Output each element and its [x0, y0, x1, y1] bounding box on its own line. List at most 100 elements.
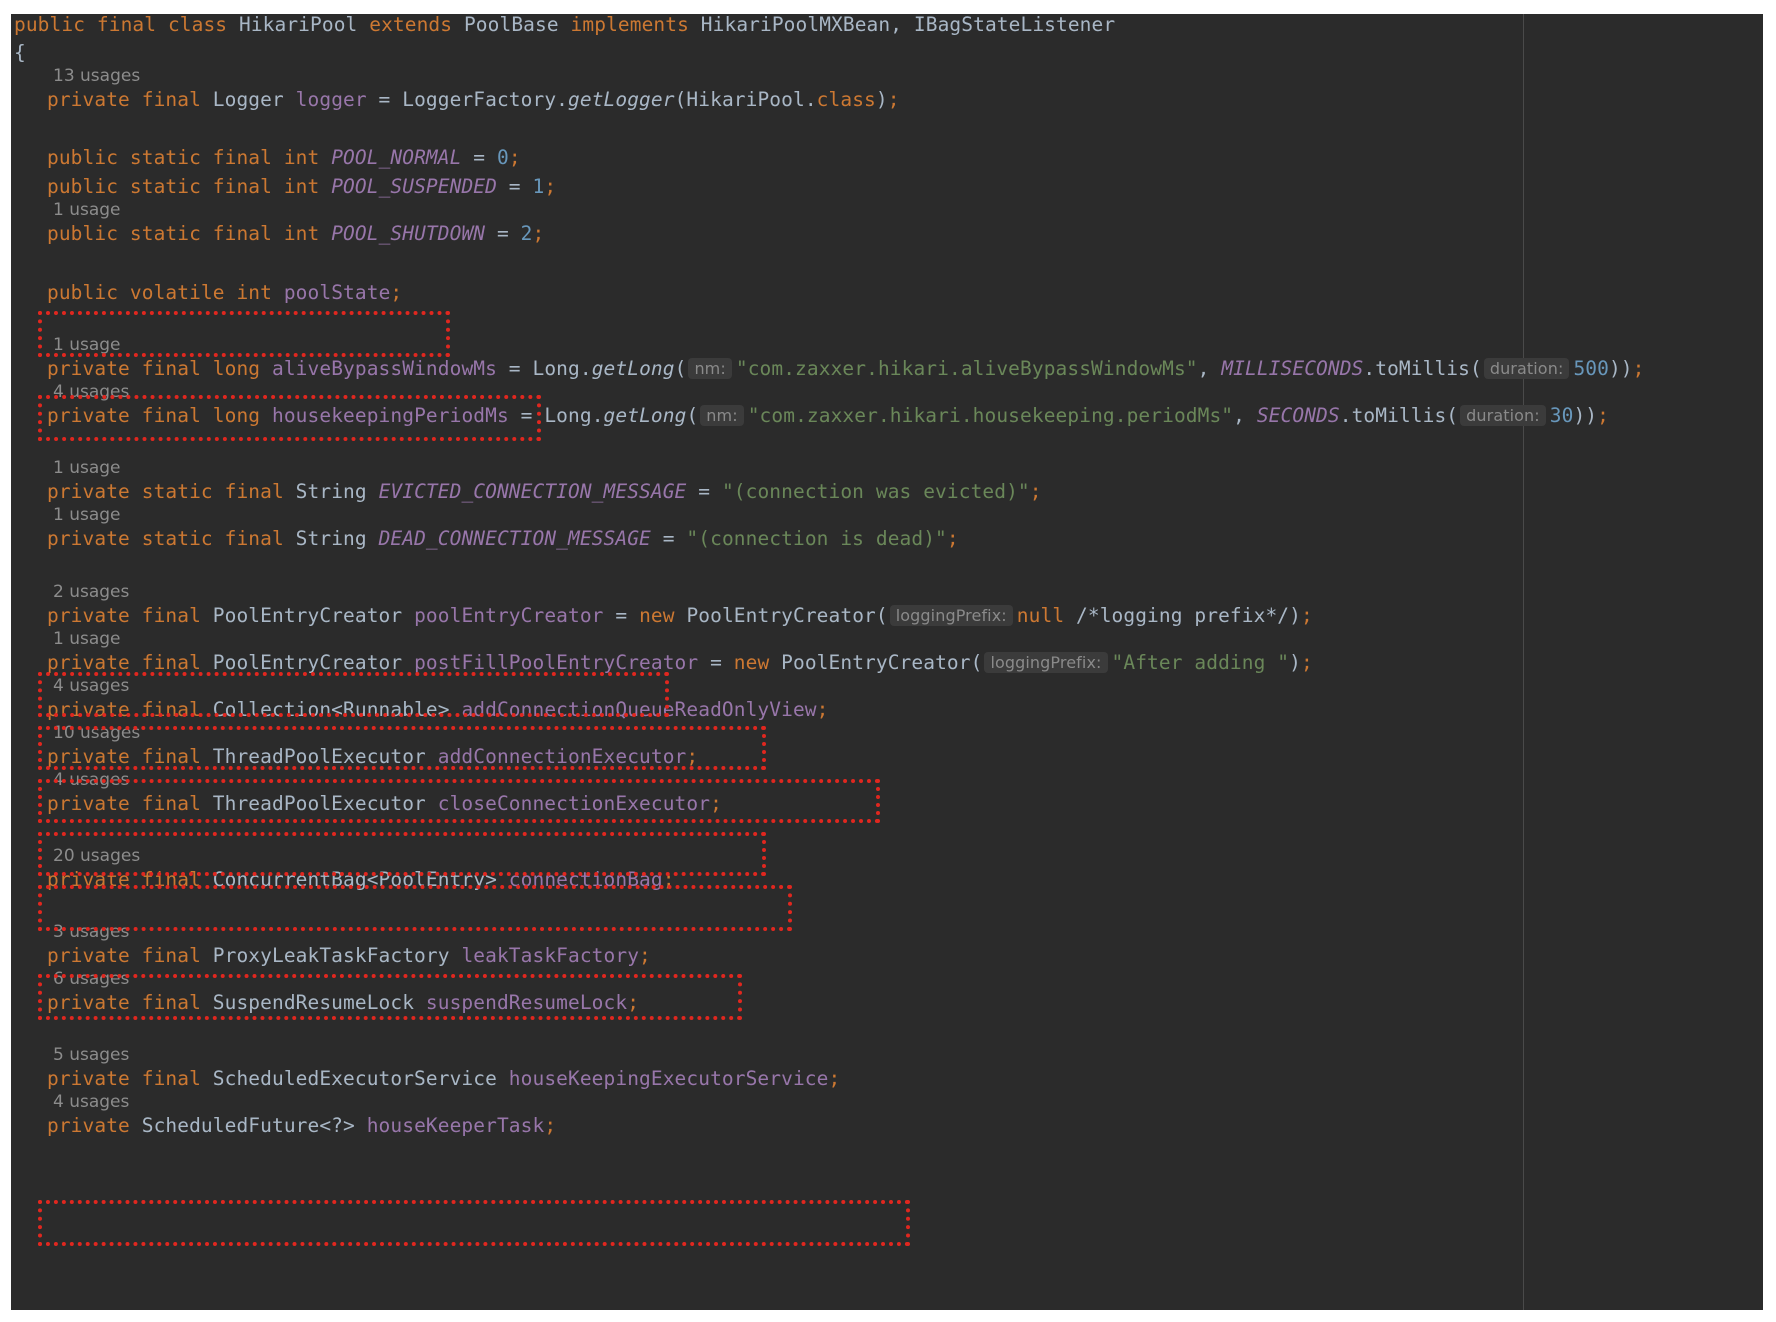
code-token: )): [1573, 404, 1598, 427]
code-token: =: [686, 480, 722, 503]
code-token: final: [212, 146, 272, 169]
code-token: .toMillis(: [1363, 357, 1482, 380]
code-line-post-fill-creator[interactable]: private final PoolEntryCreator postFillP…: [47, 650, 1313, 677]
code-token: public: [47, 222, 119, 245]
code-line-housekeeping-executor[interactable]: private final ScheduledExecutorService h…: [47, 1066, 840, 1092]
code-line-add-connection-executor[interactable]: private final ThreadPoolExecutor addConn…: [47, 744, 698, 770]
code-line-suspend-resume-lock[interactable]: private final SuspendResumeLock suspendR…: [47, 990, 639, 1016]
code-line-dead-message[interactable]: private static final String DEAD_CONNECT…: [47, 526, 959, 552]
code-line-alive-bypass[interactable]: private final long aliveBypassWindowMs =…: [47, 356, 1645, 383]
parameter-hint: duration:: [1460, 405, 1546, 426]
code-token: ;: [1300, 604, 1313, 627]
usage-hint[interactable]: 6 usages: [53, 969, 129, 989]
usage-hint[interactable]: 2 usages: [53, 582, 129, 602]
code-token: =: [485, 222, 521, 245]
code-token: 500: [1573, 357, 1609, 380]
usage-hint[interactable]: 4 usages: [53, 676, 129, 696]
usage-hint[interactable]: 10 usages: [53, 723, 140, 743]
code-line-connection-bag[interactable]: private final ConcurrentBag<PoolEntry> c…: [47, 867, 675, 893]
code-token: final: [141, 698, 201, 721]
code-token: getLogger: [568, 88, 675, 111]
code-token: private: [47, 604, 130, 627]
usage-hint[interactable]: 1 usage: [53, 335, 121, 355]
code-token: SuspendResumeLock: [212, 991, 415, 1014]
code-token: ;: [544, 1114, 557, 1137]
code-token: ;: [662, 868, 675, 891]
code-token: ,: [1233, 404, 1257, 427]
code-token: final: [141, 745, 201, 768]
code-token: private: [47, 1067, 130, 1090]
code-token: new: [639, 604, 675, 627]
code-line-leak-task-factory[interactable]: private final ProxyLeakTaskFactory leakT…: [47, 943, 651, 969]
code-editor[interactable]: public final class HikariPool extends Po…: [11, 14, 1763, 1310]
code-token: ;: [710, 792, 722, 815]
code-token: =: [496, 175, 533, 198]
code-token: housekeepingPeriodMs: [272, 404, 509, 427]
usage-hint[interactable]: 1 usage: [53, 200, 121, 220]
code-token: "(connection is dead)": [686, 527, 947, 550]
usage-hint[interactable]: 1 usage: [53, 458, 121, 478]
code-line-add-connection-queue[interactable]: private final Collection<Runnable> addCo…: [47, 697, 828, 723]
code-token: =: [366, 88, 403, 111]
code-token: private: [47, 404, 130, 427]
code-token: ;: [686, 745, 699, 768]
code-token: ;: [816, 698, 829, 721]
code-line-pool-shutdown[interactable]: public static final int POOL_SHUTDOWN = …: [47, 221, 544, 247]
usage-hint[interactable]: 1 usage: [53, 629, 121, 649]
code-token: String: [295, 480, 367, 503]
code-line-pool-suspended[interactable]: public static final int POOL_SUSPENDED =…: [47, 174, 556, 200]
code-token: "com.zaxxer.hikari.housekeeping.periodMs…: [747, 404, 1234, 427]
usage-hint[interactable]: 4 usages: [53, 382, 129, 402]
code-token: ;: [532, 222, 545, 245]
code-token: PoolEntryCreator(: [781, 651, 983, 674]
code-token: private: [47, 944, 130, 967]
code-token: PoolEntryCreator(: [686, 604, 888, 627]
code-line-housekeeping-period[interactable]: private final long housekeepingPeriodMs …: [47, 403, 1609, 430]
code-token: MILLISECONDS: [1221, 357, 1364, 380]
code-token: =: [461, 146, 497, 169]
code-token: final: [224, 480, 284, 503]
code-token: .toMillis(: [1339, 404, 1459, 427]
code-line-pool-state[interactable]: public volatile int poolState;: [47, 280, 402, 306]
code-token: volatile: [129, 281, 225, 304]
interfaces: HikariPoolMXBean, IBagStateListener: [700, 14, 1116, 36]
keyword: implements: [570, 14, 689, 36]
usage-hint[interactable]: 1 usage: [53, 505, 121, 525]
code-token: )): [1608, 357, 1633, 380]
keyword: public: [14, 14, 86, 36]
code-token: private: [47, 745, 130, 768]
code-token: final: [141, 651, 201, 674]
code-token: =: [698, 651, 734, 674]
code-token: addConnectionExecutor: [437, 745, 687, 768]
code-token: final: [141, 868, 201, 891]
code-token: (: [674, 357, 687, 380]
usage-hint[interactable]: 4 usages: [53, 770, 129, 790]
code-token: POOL_NORMAL: [331, 146, 462, 169]
usage-hint[interactable]: 5 usages: [53, 1045, 129, 1065]
code-token: private: [47, 527, 130, 550]
code-line-pool-entry-creator[interactable]: private final PoolEntryCreator poolEntry…: [47, 603, 1313, 630]
code-token: Collection<Runnable>: [212, 698, 450, 721]
usage-hint[interactable]: 13 usages: [53, 66, 140, 86]
code-token: ThreadPoolExecutor: [212, 792, 426, 815]
code-line-pool-normal[interactable]: public static final int POOL_NORMAL = 0;: [47, 145, 521, 171]
code-token: final: [141, 604, 201, 627]
code-token: Long.: [532, 357, 592, 380]
code-line-housekeeper-task[interactable]: private ScheduledFuture<?> houseKeeperTa…: [47, 1113, 556, 1139]
code-token: Long.: [544, 404, 604, 427]
parameter-hint: loggingPrefix:: [984, 652, 1108, 673]
code-token: private: [47, 868, 130, 891]
usage-hint[interactable]: 3 usages: [53, 922, 129, 942]
code-token: ;: [544, 175, 557, 198]
usage-hint[interactable]: 20 usages: [53, 846, 140, 866]
class-declaration[interactable]: public final class HikariPool extends Po…: [14, 14, 1115, 38]
code-token: "com.zaxxer.hikari.aliveBypassWindowMs": [735, 357, 1198, 380]
usage-hint[interactable]: 4 usages: [53, 1092, 129, 1112]
code-token: poolState: [283, 281, 391, 304]
code-line-close-connection-executor[interactable]: private final ThreadPoolExecutor closeCo…: [47, 791, 722, 817]
parameter-hint: nm:: [700, 405, 744, 426]
code-line-logger[interactable]: private final Logger logger = LoggerFact…: [47, 87, 900, 113]
highlight-box: [38, 1200, 910, 1246]
code-line-evicted-message[interactable]: private static final String EVICTED_CONN…: [47, 479, 1042, 505]
code-token: static: [129, 146, 201, 169]
